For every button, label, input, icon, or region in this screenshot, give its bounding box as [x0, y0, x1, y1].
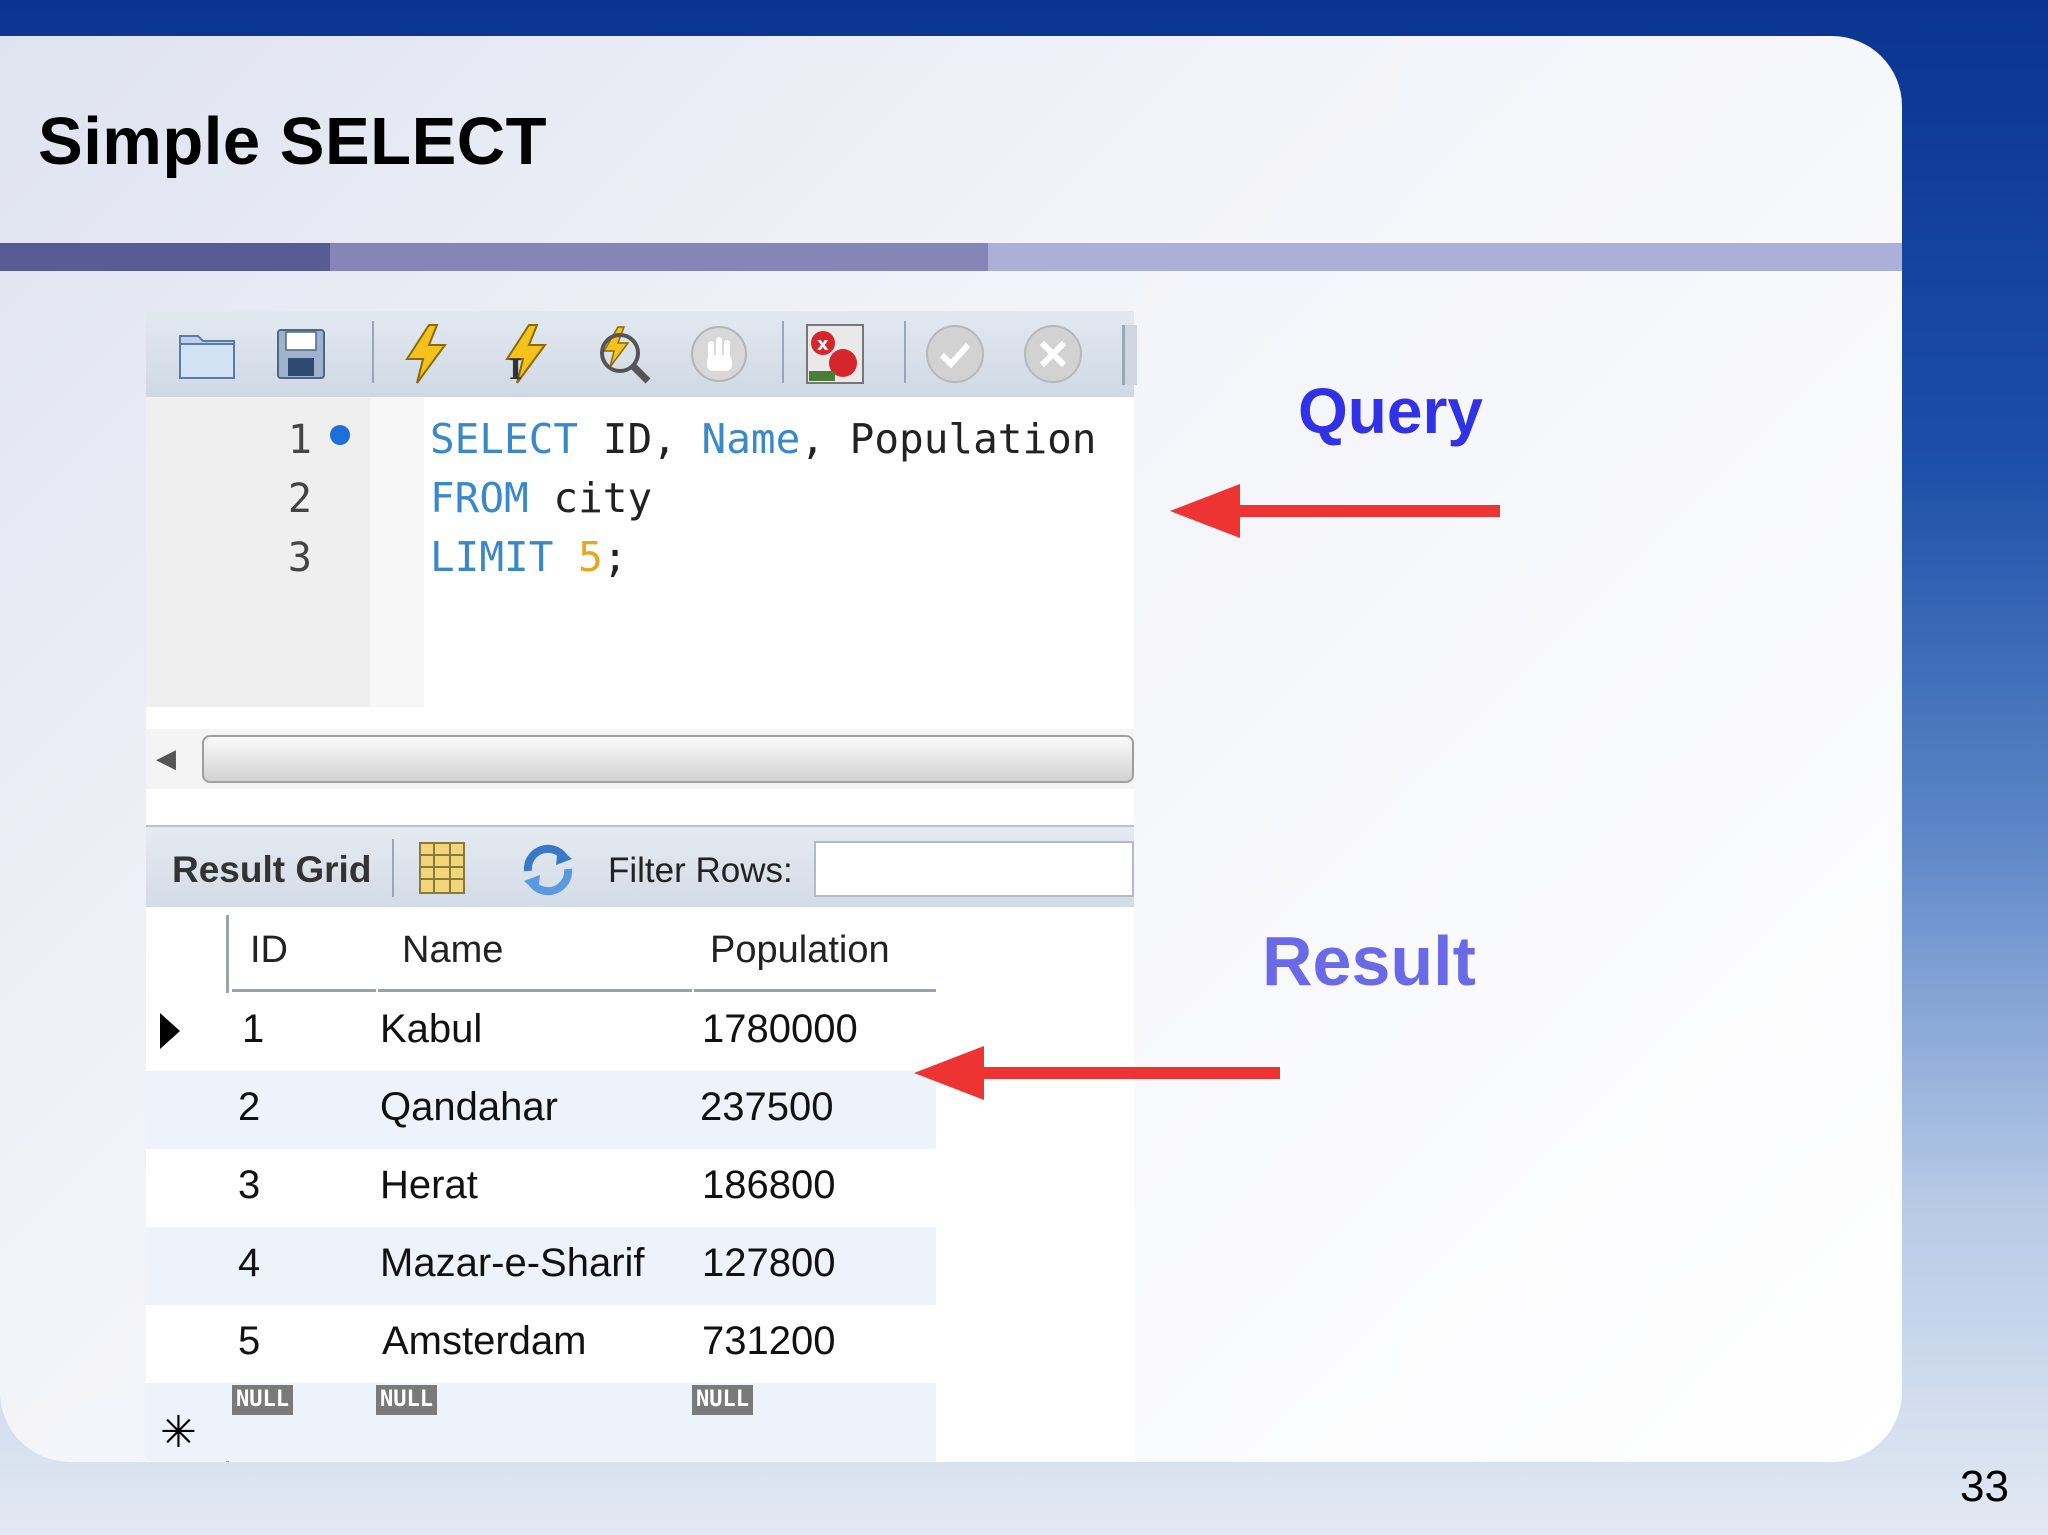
cell-population: 127800 [702, 1241, 836, 1285]
current-row-icon [160, 1013, 180, 1049]
svg-text:x: x [817, 334, 829, 355]
query-arrow-icon [1170, 484, 1500, 538]
table-row[interactable]: 3 Herat 186800 [146, 1149, 936, 1227]
table-row[interactable]: 5 Amsterdam 731200 [146, 1305, 936, 1383]
svg-text:I: I [509, 353, 522, 385]
result-arrow-icon [914, 1046, 1280, 1100]
table-row[interactable]: 2 Qandahar 237500 [146, 1071, 936, 1149]
toolbar-separator [372, 321, 374, 383]
sql-editor[interactable]: 1 2 3 SELECT ID, Name, Population FROM c… [146, 397, 1134, 707]
toggle-error-icon[interactable]: x [804, 323, 866, 385]
column-header-id[interactable]: ID [232, 915, 376, 992]
query-label: Query [1298, 375, 1483, 447]
null-badge: NULL [232, 1385, 293, 1415]
commit-check-icon[interactable] [924, 323, 986, 385]
cell-id: 2 [238, 1085, 261, 1129]
null-badge: NULL [692, 1385, 753, 1415]
asterisk-icon: ✳ [160, 1408, 197, 1457]
slide-title: Simple SELECT [38, 104, 548, 179]
code-text: city [528, 474, 653, 522]
toolbar-separator [782, 321, 784, 383]
code-text: , Population [800, 415, 1097, 463]
result-label: Result [1262, 922, 1476, 1000]
line-number: 3 [287, 535, 312, 581]
column-header-name[interactable]: Name [378, 915, 692, 992]
cell-id: 3 [238, 1163, 261, 1207]
toolbar-separator [904, 321, 906, 383]
new-row[interactable]: ✳ NULL NULL NULL [146, 1383, 936, 1461]
cell-population: 186800 [702, 1163, 836, 1207]
header-text: Population [710, 929, 890, 971]
toolbar-overflow [1122, 325, 1137, 385]
title-band-dark [0, 243, 330, 271]
keyword-from: FROM [430, 474, 529, 522]
column-name: Name [701, 415, 801, 463]
cell-id: 4 [238, 1241, 261, 1285]
header-text: ID [250, 929, 288, 971]
null-badge: NULL [376, 1385, 437, 1415]
fold-gutter [370, 397, 424, 707]
title-band-mid [330, 243, 988, 271]
workbench-screenshot: I x 1 2 3 SELECT ID, Name, Population FR… [146, 311, 1137, 1462]
refresh-icon[interactable] [518, 841, 578, 902]
execute-lightning-icon[interactable] [394, 323, 456, 385]
cell-name: Qandahar [380, 1085, 558, 1129]
cell-name: Herat [380, 1163, 478, 1207]
scrollbar-thumb[interactable] [202, 735, 1134, 783]
filter-rows-input[interactable] [814, 841, 1134, 897]
editor-toolbar: I x [146, 311, 1137, 397]
rollback-x-icon[interactable] [1022, 323, 1084, 385]
cell-population: 237500 [700, 1085, 834, 1129]
keyword-select: SELECT [430, 415, 579, 463]
toolbar-separator [392, 839, 394, 897]
line-number: 1 [287, 417, 312, 463]
execute-current-icon[interactable]: I [492, 323, 554, 385]
cell-name: Mazar-e-Sharif [380, 1241, 645, 1285]
open-folder-icon[interactable] [176, 323, 238, 385]
result-toolbar: Result Grid Filter Rows: [146, 825, 1134, 907]
limit-value: 5 [578, 533, 603, 581]
slide: Simple SELECT I x 1 2 3 SELECT ID, Name,… [0, 36, 1902, 1462]
statement-marker-icon [330, 425, 350, 445]
explain-magnifier-icon[interactable] [590, 323, 652, 385]
cell-id: 1 [242, 1007, 265, 1051]
save-icon[interactable] [270, 323, 332, 385]
horizontal-scrollbar[interactable]: ◀ [146, 729, 1134, 789]
header-text: Name [402, 929, 504, 971]
title-band-light [988, 243, 1902, 271]
cell-population: 1780000 [702, 1007, 858, 1051]
cell-id: 5 [238, 1319, 261, 1363]
code-text: ; [602, 533, 628, 581]
stop-hand-icon[interactable] [688, 323, 750, 385]
code-line-1: SELECT ID, Name, Population [430, 415, 1097, 463]
line-number: 2 [287, 476, 312, 522]
table-row[interactable]: 1 Kabul 1780000 [146, 993, 936, 1071]
grid-view-icon[interactable] [418, 841, 466, 900]
scroll-left-icon[interactable]: ◀ [156, 743, 176, 774]
code-line-2: FROM city [430, 474, 652, 522]
cell-name: Kabul [380, 1007, 483, 1051]
page-number: 33 [1960, 1462, 2009, 1511]
cell-population: 731200 [702, 1319, 836, 1363]
column-header-population[interactable]: Population [694, 915, 936, 992]
keyword-limit: LIMIT [430, 533, 554, 581]
result-grid-tab[interactable]: Result Grid [172, 849, 371, 891]
table-row[interactable]: 4 Mazar-e-Sharif 127800 [146, 1227, 936, 1305]
filter-rows-label: Filter Rows: [608, 851, 793, 890]
code-text: ID, [578, 415, 702, 463]
code-line-3: LIMIT 5; [430, 533, 627, 581]
cell-name: Amsterdam [382, 1319, 587, 1363]
